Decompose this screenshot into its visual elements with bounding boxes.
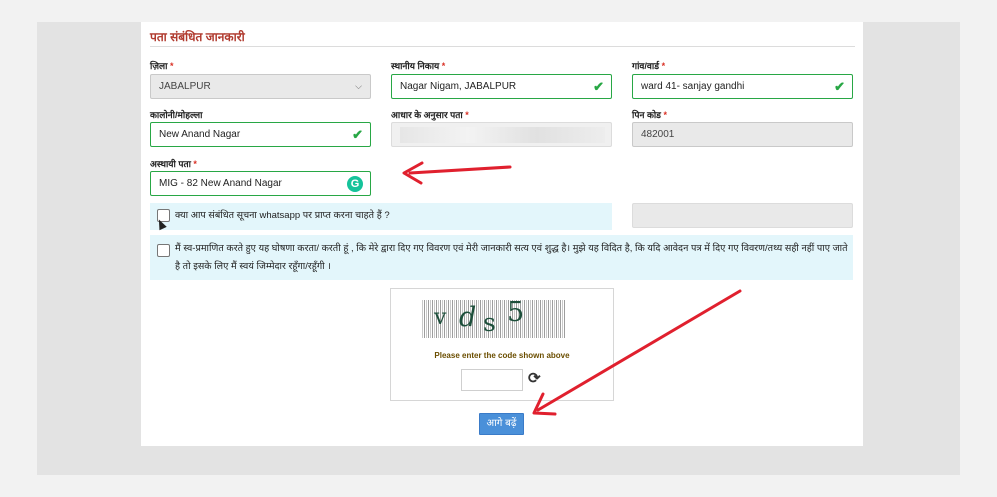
captcha-panel: v d s 5 Please enter the code shown abov… xyxy=(390,288,614,401)
local-body-field[interactable]: Nagar Nigam, JABALPUR ✔ xyxy=(391,74,612,99)
village-ward-label: गांव/वार्ड * xyxy=(632,61,666,71)
refresh-icon[interactable]: ⟳ xyxy=(528,369,541,387)
check-icon: ✔ xyxy=(352,127,363,142)
captcha-char: v xyxy=(434,305,447,330)
captcha-image: v d s 5 xyxy=(421,297,566,338)
declaration-text-line1: मैं स्व-प्रमाणित करते हुए यह घोषणा करता/… xyxy=(175,243,848,254)
colony-label: कालोनी/मोहल्ला xyxy=(150,110,203,120)
declaration-text-line2: है तो इसके लिए मैं स्वयं जिम्मेदार रहूँग… xyxy=(175,261,331,272)
section-title: पता संबंधित जानकारी xyxy=(150,30,245,44)
whatsapp-question: क्या आप संबंधित सूचना whatsapp पर प्राप्… xyxy=(175,210,390,221)
redacted-address xyxy=(400,127,605,143)
temp-address-textarea[interactable]: MIG - 82 New Anand Nagar G xyxy=(150,171,371,196)
aadhaar-address-label: आधार के अनुसार पता * xyxy=(391,110,469,120)
pincode-label: पिन कोड * xyxy=(632,110,668,120)
captcha-char: d xyxy=(459,302,477,333)
pincode-field[interactable]: 482001 xyxy=(632,122,853,147)
colony-field[interactable]: New Anand Nagar ✔ xyxy=(150,122,371,147)
declaration-checkbox[interactable] xyxy=(157,244,170,257)
local-body-label: स्थानीय निकाय * xyxy=(391,61,446,71)
captcha-input[interactable] xyxy=(461,369,523,391)
check-icon: ✔ xyxy=(834,79,845,94)
aadhaar-address-field[interactable] xyxy=(391,122,612,147)
captcha-char: s xyxy=(483,308,496,337)
whatsapp-number-field[interactable] xyxy=(632,203,853,228)
temp-address-label: अस्थायी पता * xyxy=(150,159,197,169)
next-button[interactable]: आगे बढ़ें xyxy=(479,413,524,435)
district-label: ज़िला * xyxy=(150,61,174,71)
village-ward-field[interactable]: ward 41- sanjay gandhi ✔ xyxy=(632,74,853,99)
chevron-down-icon: ⌵ xyxy=(355,81,362,91)
check-icon: ✔ xyxy=(593,79,604,94)
grammarly-icon: G xyxy=(347,176,363,192)
captcha-hint: Please enter the code shown above xyxy=(434,351,570,360)
district-select[interactable]: JABALPUR ⌵ xyxy=(150,74,371,99)
captcha-char: 5 xyxy=(507,297,525,328)
section-divider xyxy=(150,46,855,47)
